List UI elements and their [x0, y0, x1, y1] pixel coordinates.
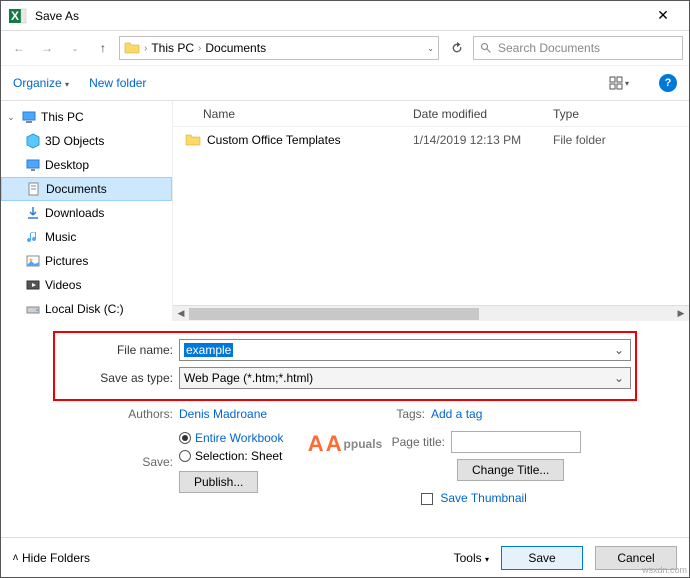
- column-name[interactable]: Name: [173, 107, 413, 121]
- search-placeholder: Search Documents: [498, 41, 600, 55]
- radio-off-icon: [179, 450, 191, 462]
- column-type[interactable]: Type: [553, 107, 653, 121]
- save-as-type-value: Web Page (*.htm;*.html): [184, 371, 313, 385]
- radio-selection-sheet[interactable]: Selection: Sheet: [179, 449, 283, 463]
- excel-icon: X: [9, 7, 27, 25]
- desktop-icon: [25, 157, 41, 173]
- up-icon[interactable]: ↑: [91, 36, 115, 60]
- file-row[interactable]: Custom Office Templates 1/14/2019 12:13 …: [173, 127, 689, 153]
- 3d-objects-icon: [25, 133, 41, 149]
- tags-label: Tags:: [381, 407, 431, 421]
- tags-value[interactable]: Add a tag: [431, 407, 482, 421]
- file-name: Custom Office Templates: [207, 133, 341, 147]
- chevron-right-icon[interactable]: ›: [198, 43, 201, 54]
- save-form: File name: example Save as type: Web Pag…: [1, 321, 689, 517]
- explorer-body: ⌄ This PC 3D Objects Desktop Documents D…: [1, 101, 689, 321]
- forward-icon: →: [35, 36, 59, 60]
- downloads-icon: [25, 205, 41, 221]
- tree-item-videos[interactable]: Videos: [1, 273, 172, 297]
- tree-item-pictures[interactable]: Pictures: [1, 249, 172, 273]
- view-options-icon[interactable]: ▾: [599, 72, 639, 94]
- filename-label: File name:: [59, 343, 179, 357]
- scroll-right-icon[interactable]: ▶: [673, 308, 689, 319]
- address-bar[interactable]: › This PC › Documents ⌄: [119, 36, 439, 60]
- navbar: ← → ⌄ ↑ › This PC › Documents ⌄ Search D…: [1, 31, 689, 65]
- pc-icon: [21, 109, 37, 125]
- tree-root-this-pc[interactable]: ⌄ This PC: [1, 105, 172, 129]
- save-button[interactable]: Save: [501, 546, 583, 570]
- annotation-highlight: File name: example Save as type: Web Pag…: [53, 331, 637, 401]
- radio-on-icon: [179, 432, 191, 444]
- window-title: Save As: [35, 9, 645, 23]
- scroll-left-icon[interactable]: ◀: [173, 308, 189, 319]
- hide-folders-button[interactable]: ʌ Hide Folders: [13, 551, 90, 565]
- filename-value: example: [184, 343, 233, 357]
- drive-icon: [25, 301, 41, 317]
- music-icon: [25, 229, 41, 245]
- radio-entire-workbook[interactable]: Entire Workbook: [179, 431, 283, 445]
- documents-icon: [26, 181, 42, 197]
- save-scope-label: Save:: [69, 455, 179, 469]
- breadcrumb-part[interactable]: Documents: [205, 41, 266, 55]
- folder-icon: [185, 132, 201, 148]
- tree-item-downloads[interactable]: Downloads: [1, 201, 172, 225]
- address-dropdown-icon[interactable]: ⌄: [427, 44, 434, 53]
- file-type: File folder: [553, 133, 653, 147]
- authors-label: Authors:: [69, 407, 179, 421]
- chevron-up-icon: ʌ: [13, 552, 18, 563]
- tree-item-local-disk[interactable]: Local Disk (C:): [1, 297, 172, 321]
- collapse-icon[interactable]: ⌄: [5, 112, 17, 123]
- help-icon[interactable]: ?: [659, 74, 677, 92]
- file-date: 1/14/2019 12:13 PM: [413, 133, 553, 147]
- new-folder-button[interactable]: New folder: [89, 76, 146, 90]
- save-thumbnail-checkbox[interactable]: Save Thumbnail: [421, 491, 681, 505]
- organize-menu[interactable]: Organize ▾: [13, 76, 69, 90]
- checkbox-icon: [421, 493, 433, 505]
- file-list[interactable]: Name Date modified Type Custom Office Te…: [173, 101, 689, 321]
- videos-icon: [25, 277, 41, 293]
- column-date[interactable]: Date modified: [413, 107, 553, 121]
- filename-input[interactable]: example: [179, 339, 631, 361]
- tree-item-documents[interactable]: Documents: [1, 177, 172, 201]
- chevron-right-icon[interactable]: ›: [144, 43, 147, 54]
- publish-button[interactable]: Publish...: [179, 471, 258, 493]
- breadcrumb-part[interactable]: This PC: [151, 41, 194, 55]
- file-list-header: Name Date modified Type: [173, 101, 689, 127]
- svg-text:X: X: [11, 9, 19, 23]
- pictures-icon: [25, 253, 41, 269]
- page-title-input[interactable]: [451, 431, 581, 453]
- tree-item-music[interactable]: Music: [1, 225, 172, 249]
- folder-tree[interactable]: ⌄ This PC 3D Objects Desktop Documents D…: [1, 101, 173, 321]
- toolbar: Organize ▾ New folder ▾ ?: [1, 65, 689, 101]
- search-input[interactable]: Search Documents: [473, 36, 683, 60]
- authors-value[interactable]: Denis Madroane: [179, 407, 267, 421]
- back-icon[interactable]: ←: [7, 36, 31, 60]
- recent-locations-icon[interactable]: ⌄: [63, 36, 87, 60]
- horizontal-scrollbar[interactable]: ◀ ▶: [173, 305, 689, 321]
- tree-item-3d-objects[interactable]: 3D Objects: [1, 129, 172, 153]
- tree-item-desktop[interactable]: Desktop: [1, 153, 172, 177]
- search-icon: [480, 42, 492, 54]
- close-icon[interactable]: ✕: [645, 7, 681, 24]
- titlebar: X Save As ✕: [1, 1, 689, 31]
- dialog-footer: ʌ Hide Folders Tools ▾ Save Cancel: [1, 537, 689, 577]
- page-title-label: Page title:: [381, 435, 451, 449]
- change-title-button[interactable]: Change Title...: [457, 459, 564, 481]
- scrollbar-thumb[interactable]: [189, 308, 479, 320]
- save-as-type-label: Save as type:: [59, 371, 179, 385]
- image-credit: wsxdn.com: [642, 565, 687, 575]
- save-as-type-dropdown[interactable]: Web Page (*.htm;*.html): [179, 367, 631, 389]
- folder-icon: [124, 40, 140, 56]
- tools-menu[interactable]: Tools ▾: [454, 551, 489, 565]
- refresh-icon[interactable]: [445, 36, 469, 60]
